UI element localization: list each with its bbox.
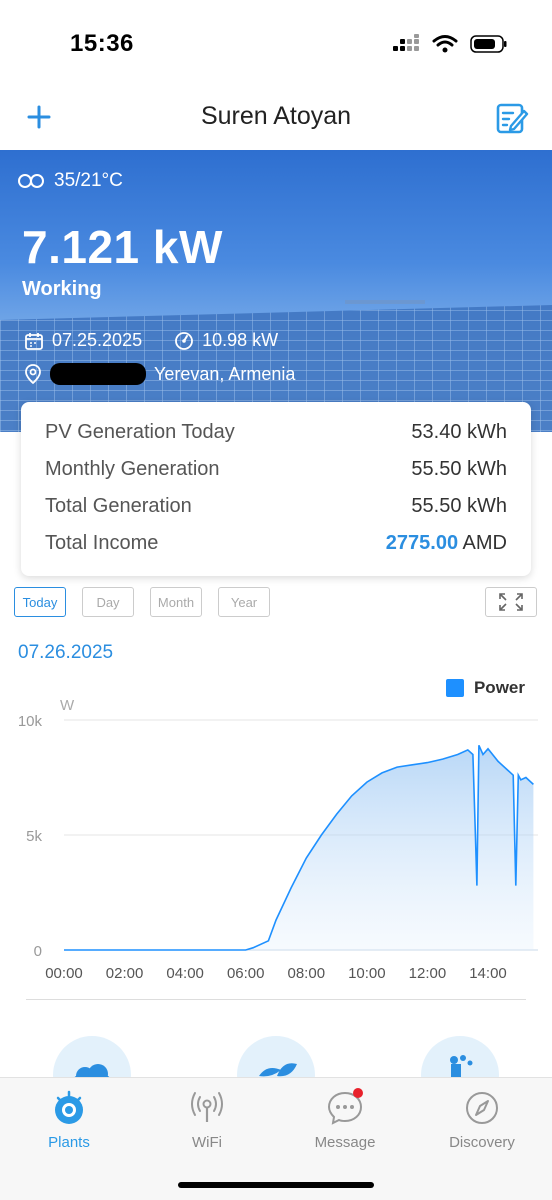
plant-capacity-text: 10.98 kW — [202, 330, 279, 350]
stat-row-income: Total Income 2775.00 AMD — [45, 525, 507, 562]
quick-actions — [0, 1030, 552, 1114]
stat-label: Monthly Generation — [45, 458, 220, 480]
nav-discovery[interactable]: Discovery — [427, 1088, 537, 1151]
calendar-icon — [25, 332, 43, 350]
income-amount: 2775.00 — [385, 532, 459, 554]
wifi-icon — [432, 35, 458, 53]
tab-month[interactable]: Month — [150, 587, 202, 617]
x-tick-label: 10:00 — [348, 965, 386, 982]
plant-date-text: 07.25.2025 — [52, 330, 143, 350]
expand-icon — [499, 593, 523, 611]
x-tick-label: 12:00 — [409, 965, 447, 982]
plants-icon — [55, 1090, 83, 1124]
stat-label: Total Generation — [45, 495, 192, 517]
cloud-icon — [18, 174, 44, 188]
message-icon — [327, 1088, 363, 1125]
location-pin-icon — [25, 364, 41, 385]
plant-hero-banner: 35/21°C 7.121 kW Working 07.25.2025 10.9… — [0, 150, 552, 432]
stat-value: 53.40 kWh — [411, 421, 507, 443]
divider — [26, 999, 526, 1000]
stat-value: 55.50 kWh — [411, 495, 507, 517]
x-tick-label: 04:00 — [166, 965, 204, 982]
stat-row-total: Total Generation 55.50 kWh — [45, 488, 507, 525]
fullscreen-button[interactable] — [485, 587, 537, 617]
plant-capacity: 10.98 kW — [174, 330, 278, 351]
power-chart[interactable]: W 10k 5k 000:00 02:00 04:00 06:00 08:00 10:00 12:… — [0, 670, 552, 1000]
weather-temperature: 35/21°C — [54, 170, 123, 191]
stat-value: 55.50 kWh — [411, 458, 507, 480]
y-axis-label: W — [60, 697, 75, 714]
current-power: 7.121 kW — [22, 221, 223, 273]
home-indicator — [178, 1182, 374, 1188]
y-tick-label: 0 — [34, 943, 42, 960]
edit-button[interactable] — [494, 100, 530, 136]
tab-today[interactable]: Today — [14, 587, 66, 617]
nav-wifi[interactable]: WiFi — [152, 1088, 262, 1151]
income-currency: AMD — [462, 532, 507, 554]
notification-badge — [353, 1088, 363, 1098]
plant-location: Yerevan, Armenia — [24, 363, 295, 385]
power-area — [64, 745, 534, 950]
cellular-signal-icon — [393, 34, 419, 51]
plant-status: Working — [22, 278, 102, 300]
chart-date: 07.26.2025 — [18, 642, 114, 663]
stat-label: PV Generation Today — [45, 421, 235, 443]
stat-row-pv-today: PV Generation Today 53.40 kWh — [45, 414, 507, 451]
nav-wifi-label: WiFi — [192, 1134, 222, 1151]
status-time: 15:36 — [70, 30, 134, 57]
tab-year[interactable]: Year — [218, 587, 270, 617]
x-tick-label: 06:00 — [227, 965, 265, 982]
page-title: Suren Atoyan — [200, 102, 352, 130]
weather-info: 35/21°C — [16, 170, 123, 192]
compass-icon — [466, 1092, 498, 1124]
nav-message-label: Message — [314, 1134, 376, 1151]
hero-content: 35/21°C 7.121 kW Working 07.25.2025 10.9… — [0, 150, 552, 432]
plant-date: 07.25.2025 — [24, 330, 142, 351]
antenna-icon — [191, 1092, 223, 1122]
nav-plants[interactable]: Plants — [14, 1088, 124, 1151]
nav-discovery-label: Discovery — [449, 1134, 515, 1151]
stat-row-monthly: Monthly Generation 55.50 kWh — [45, 451, 507, 488]
battery-icon — [470, 35, 507, 53]
x-tick-label: 14:00 — [469, 965, 507, 982]
x-tick-label: 08:00 — [288, 965, 326, 982]
income-value: 2775.00 AMD — [386, 532, 507, 555]
app-header: Suren Atoyan — [0, 92, 552, 150]
x-tick-label: 02:00 — [106, 965, 144, 982]
status-icons — [392, 34, 508, 54]
stat-label: Total Income — [45, 532, 159, 554]
edit-icon — [496, 103, 529, 134]
y-tick-label: 5k — [26, 828, 42, 845]
redacted-address — [50, 363, 146, 385]
nav-plants-label: Plants — [48, 1134, 90, 1151]
y-tick-label: 10k — [18, 713, 43, 730]
tab-day[interactable]: Day — [82, 587, 134, 617]
gauge-icon — [175, 331, 193, 350]
x-tick-label: 00:00 — [45, 965, 83, 982]
plant-meta-row: 07.25.2025 10.98 kW — [24, 330, 310, 351]
period-tabs: Today Day Month Year — [14, 587, 270, 617]
nav-message[interactable]: Message — [290, 1088, 400, 1151]
status-bar: 15:36 — [0, 0, 552, 92]
plant-location-text: Yerevan, Armenia — [154, 363, 296, 384]
generation-stats-card: PV Generation Today 53.40 kWh Monthly Ge… — [21, 402, 531, 576]
